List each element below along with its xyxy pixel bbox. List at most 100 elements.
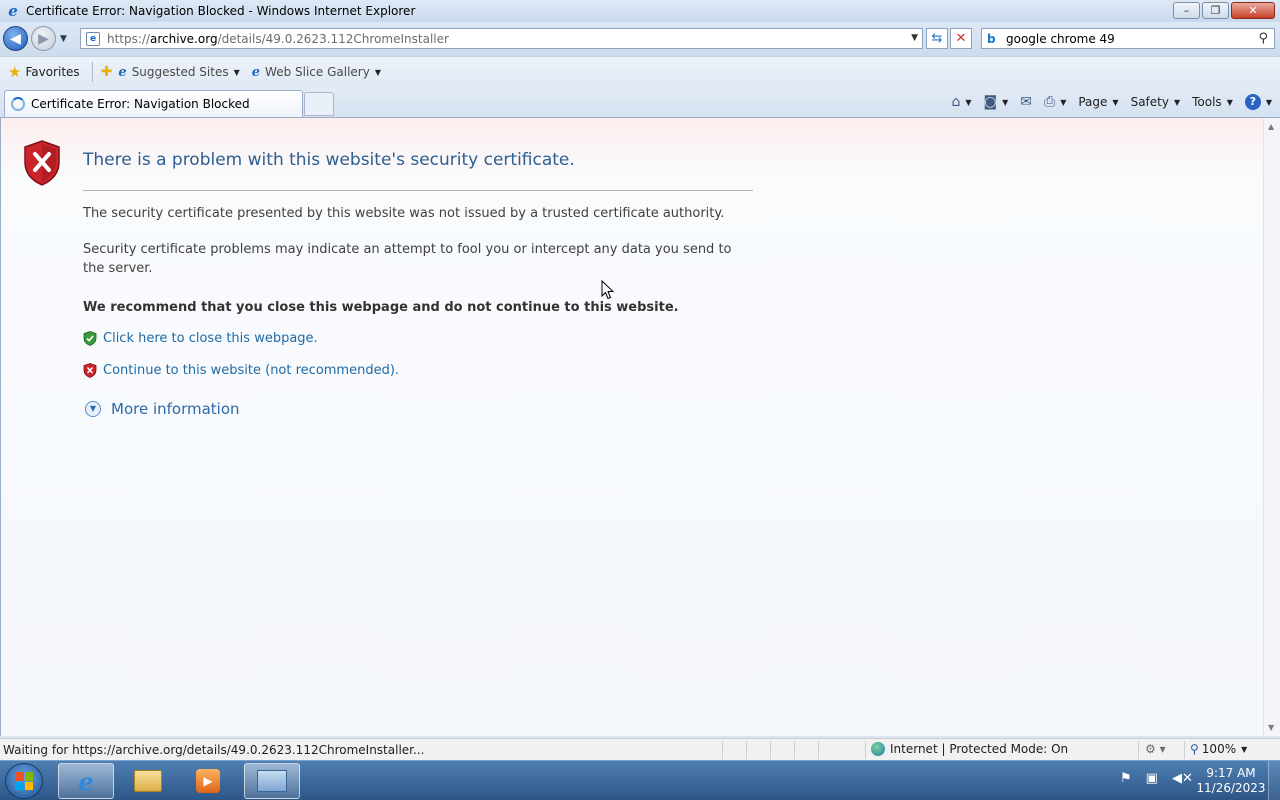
- network-icon[interactable]: ▣: [1146, 771, 1158, 786]
- divider: [83, 190, 753, 191]
- divider: [91, 62, 93, 82]
- volume-muted-icon[interactable]: ◀✕: [1172, 771, 1193, 786]
- green-shield-icon: [83, 331, 97, 346]
- system-clock[interactable]: 9:17 AM 11/26/2023: [1195, 766, 1267, 796]
- search-box[interactable]: b google chrome 49 ⚲: [981, 28, 1275, 49]
- ie-logo-icon: e: [8, 2, 18, 20]
- warning-text: Security certificate problems may indica…: [83, 242, 732, 276]
- chevron-down-icon: ▼: [233, 67, 240, 77]
- ie-icon: e: [78, 766, 94, 796]
- error-shield-icon: [24, 140, 60, 186]
- explanation-text: The security certificate presented by th…: [83, 206, 725, 221]
- status-bar: Waiting for https://archive.org/details/…: [0, 738, 1280, 760]
- taskbar-media-player[interactable]: ▶: [180, 763, 236, 799]
- loading-icon: [11, 97, 25, 111]
- favorites-button[interactable]: ★ Favorites: [8, 63, 80, 81]
- window-controls: – ❐ ✕: [1173, 2, 1275, 19]
- tools-menu[interactable]: Tools ▼: [1192, 95, 1233, 109]
- globe-icon: [871, 742, 885, 756]
- close-webpage-link[interactable]: Click here to close this webpage.: [103, 331, 318, 346]
- chevron-down-icon[interactable]: ▼: [1002, 98, 1008, 107]
- zoom-icon: ⚲: [1190, 742, 1199, 756]
- clock-date: 11/26/2023: [1196, 781, 1266, 795]
- taskbar: e ▶ ⚑ ▣ ◀✕ 9:17 AM 11/26/2023: [0, 760, 1280, 800]
- scroll-up-icon[interactable]: ▲: [1268, 122, 1274, 131]
- rss-icon: ◙: [983, 94, 998, 110]
- url-text[interactable]: https://archive.org/details/49.0.2623.11…: [107, 32, 449, 46]
- new-tab-button[interactable]: [304, 92, 334, 116]
- window-title: Certificate Error: Navigation Blocked - …: [26, 4, 416, 18]
- media-player-icon: ▶: [196, 769, 220, 793]
- address-dropdown-icon[interactable]: ▼: [911, 33, 918, 43]
- navigation-bar: ◀ ▶ ▼ e https://archive.org/details/49.0…: [0, 22, 1280, 56]
- mail-icon: ✉: [1020, 94, 1032, 110]
- page-icon: e: [86, 31, 100, 46]
- chevron-down-icon: ▼: [1112, 97, 1119, 107]
- help-menu[interactable]: ? ▼: [1244, 94, 1272, 110]
- suggested-sites-link[interactable]: e Suggested Sites ▼: [118, 65, 239, 80]
- back-button[interactable]: ◀: [3, 26, 28, 51]
- action-center-flag-icon[interactable]: ⚑: [1120, 771, 1132, 786]
- security-zone[interactable]: Internet | Protected Mode: On: [871, 742, 1068, 756]
- chevron-down-icon: ▼: [1265, 97, 1272, 107]
- command-bar: ⌂ ▼ ◙ ▼ ✉ ⎙ ▼ Page ▼ Safety ▼ Tools ▼ ? ▼: [939, 92, 1272, 112]
- divider: [865, 741, 866, 759]
- vertical-scrollbar[interactable]: ▲ ▼: [1263, 118, 1280, 736]
- search-icon[interactable]: ⚲: [1258, 31, 1268, 46]
- popup-blocker-icon[interactable]: ⚙ ▾: [1145, 742, 1166, 756]
- chevron-down-icon: ▼: [1173, 97, 1181, 107]
- chevron-down-icon[interactable]: ▼: [1060, 98, 1066, 107]
- recommendation-text: We recommend that you close this webpage…: [83, 300, 679, 315]
- title-bar: e Certificate Error: Navigation Blocked …: [0, 0, 1280, 22]
- more-information-toggle[interactable]: ▼ More information: [85, 400, 240, 418]
- recent-pages-dropdown[interactable]: ▼: [60, 34, 67, 44]
- expand-icon: ▼: [85, 401, 101, 417]
- divider: [818, 741, 819, 759]
- folder-icon: [134, 770, 162, 792]
- status-text: Waiting for https://archive.org/details/…: [3, 742, 425, 757]
- forward-button[interactable]: ▶: [31, 26, 56, 51]
- divider: [1138, 741, 1139, 759]
- divider: [722, 741, 723, 759]
- red-shield-icon: [83, 363, 97, 378]
- continue-to-website-link[interactable]: Continue to this website (not recommende…: [103, 363, 399, 378]
- refresh-button[interactable]: ⇆: [926, 28, 948, 49]
- windows-logo-icon: [15, 772, 33, 790]
- feeds-button[interactable]: ◙ ▼: [984, 94, 1009, 110]
- read-mail-button[interactable]: ✉: [1020, 94, 1032, 110]
- divider: [770, 741, 771, 759]
- web-slice-gallery-link[interactable]: e Web Slice Gallery ▼: [252, 65, 381, 80]
- help-icon: ?: [1244, 94, 1261, 110]
- divider: [794, 741, 795, 759]
- search-input[interactable]: google chrome 49: [1006, 32, 1115, 46]
- ie-page-icon: e: [251, 64, 261, 80]
- page-menu[interactable]: Page ▼: [1078, 95, 1118, 109]
- divider: [746, 741, 747, 759]
- home-button[interactable]: ⌂ ▼: [951, 94, 971, 110]
- taskbar-remote-app[interactable]: [244, 763, 300, 799]
- restore-button[interactable]: ❐: [1202, 2, 1229, 19]
- page-title: There is a problem with this website's s…: [83, 150, 575, 170]
- zoom-control[interactable]: ⚲ 100% ▼: [1190, 742, 1247, 756]
- scroll-down-icon[interactable]: ▼: [1268, 723, 1274, 732]
- add-to-favorites-bar-icon[interactable]: ✚: [101, 64, 113, 80]
- address-bar[interactable]: e https://archive.org/details/49.0.2623.…: [80, 28, 923, 49]
- mouse-cursor-icon: [601, 280, 615, 300]
- ie-page-icon: e: [118, 64, 127, 80]
- taskbar-windows-explorer[interactable]: [120, 763, 176, 799]
- tab-certificate-error[interactable]: Certificate Error: Navigation Blocked: [4, 90, 303, 117]
- clock-time: 9:17 AM: [1206, 766, 1256, 780]
- print-button[interactable]: ⎙ ▼: [1044, 94, 1066, 110]
- minimize-button[interactable]: –: [1173, 2, 1200, 19]
- taskbar-internet-explorer[interactable]: e: [58, 763, 114, 799]
- continue-option[interactable]: Continue to this website (not recommende…: [83, 363, 399, 378]
- close-webpage-option[interactable]: Click here to close this webpage.: [83, 331, 318, 346]
- show-desktop-button[interactable]: [1268, 761, 1280, 800]
- stop-button[interactable]: ✕: [950, 28, 972, 49]
- chevron-down-icon[interactable]: ▼: [965, 98, 971, 107]
- close-window-button[interactable]: ✕: [1231, 2, 1275, 19]
- tab-row: Certificate Error: Navigation Blocked ⌂ ▼…: [0, 87, 1280, 118]
- safety-menu[interactable]: Safety ▼: [1131, 95, 1181, 109]
- start-button[interactable]: [5, 763, 43, 799]
- favorites-bar: ★ Favorites ✚ e Suggested Sites ▼ e Web …: [0, 56, 1280, 87]
